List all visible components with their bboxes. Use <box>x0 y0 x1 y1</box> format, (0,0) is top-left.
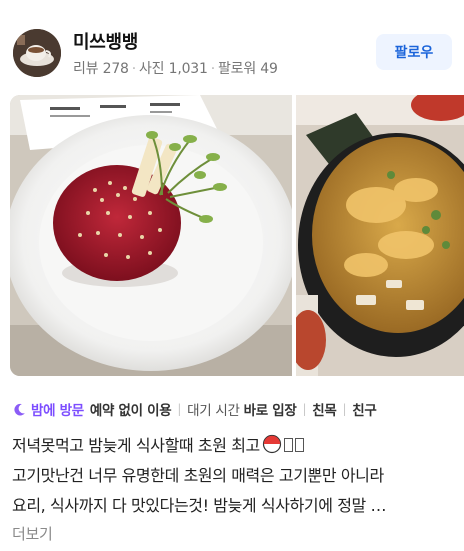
steak-tartare-image <box>10 95 292 376</box>
visit-tags: 밤에 방문 예약 없이 이용 | 대기 시간 바로 입장 | 친목 | 친구 <box>12 399 377 419</box>
more-link[interactable]: 더보기 <box>12 523 53 544</box>
tag-purpose: 친목 <box>312 403 337 419</box>
review-text-1: 저녁못먹고 밤늦게 식사할때 초원 최고 <box>12 436 260 455</box>
tag-visit-time: 밤에 방문 <box>31 403 84 419</box>
missing-glyph-icon <box>283 438 293 452</box>
user-stats: 리뷰 278 · 사진 1,031 · 팔로워 49 <box>73 61 278 77</box>
photo-carousel[interactable] <box>10 95 464 376</box>
coffee-cup-photo <box>13 29 61 77</box>
tag-companion: 친구 <box>352 403 377 419</box>
follower-count: 팔로워 49 <box>217 61 278 77</box>
review-count: 리뷰 278 <box>73 61 129 77</box>
review-line-1: 저녁못먹고 밤늦게 식사할때 초원 최고 <box>12 432 457 456</box>
photo-count: 사진 1,031 <box>139 61 208 77</box>
review-line-2: 고기맛난건 너무 유명한데 초원의 매력은 고기뿐만 아니라 <box>12 466 384 485</box>
tag-divider: | <box>302 402 307 416</box>
tag-reservation: 예약 없이 이용 <box>89 403 172 419</box>
photo-steak-tartare[interactable] <box>10 95 292 376</box>
user-avatar[interactable] <box>13 29 61 77</box>
tag-wait-label: 대기 시간 <box>187 403 240 419</box>
tag-divider: | <box>177 402 182 416</box>
stew-image <box>296 95 464 376</box>
photo-stew[interactable] <box>296 95 464 376</box>
review-header: 미쓰뱅뱅 리뷰 278 · 사진 1,031 · 팔로워 49 팔로우 <box>0 0 464 94</box>
user-name[interactable]: 미쓰뱅뱅 <box>73 28 138 54</box>
review-line-3: 요리, 식사까지 다 맛있다는것! 밤늦게 식사하기에 정말 … <box>12 496 387 515</box>
missing-glyph-icon <box>294 438 304 452</box>
red-circle-emoji-icon <box>262 434 281 454</box>
tag-wait-value: 바로 입장 <box>243 403 297 419</box>
tag-divider: | <box>342 402 347 416</box>
follow-button[interactable]: 팔로우 <box>376 34 452 70</box>
moon-icon <box>14 403 25 415</box>
